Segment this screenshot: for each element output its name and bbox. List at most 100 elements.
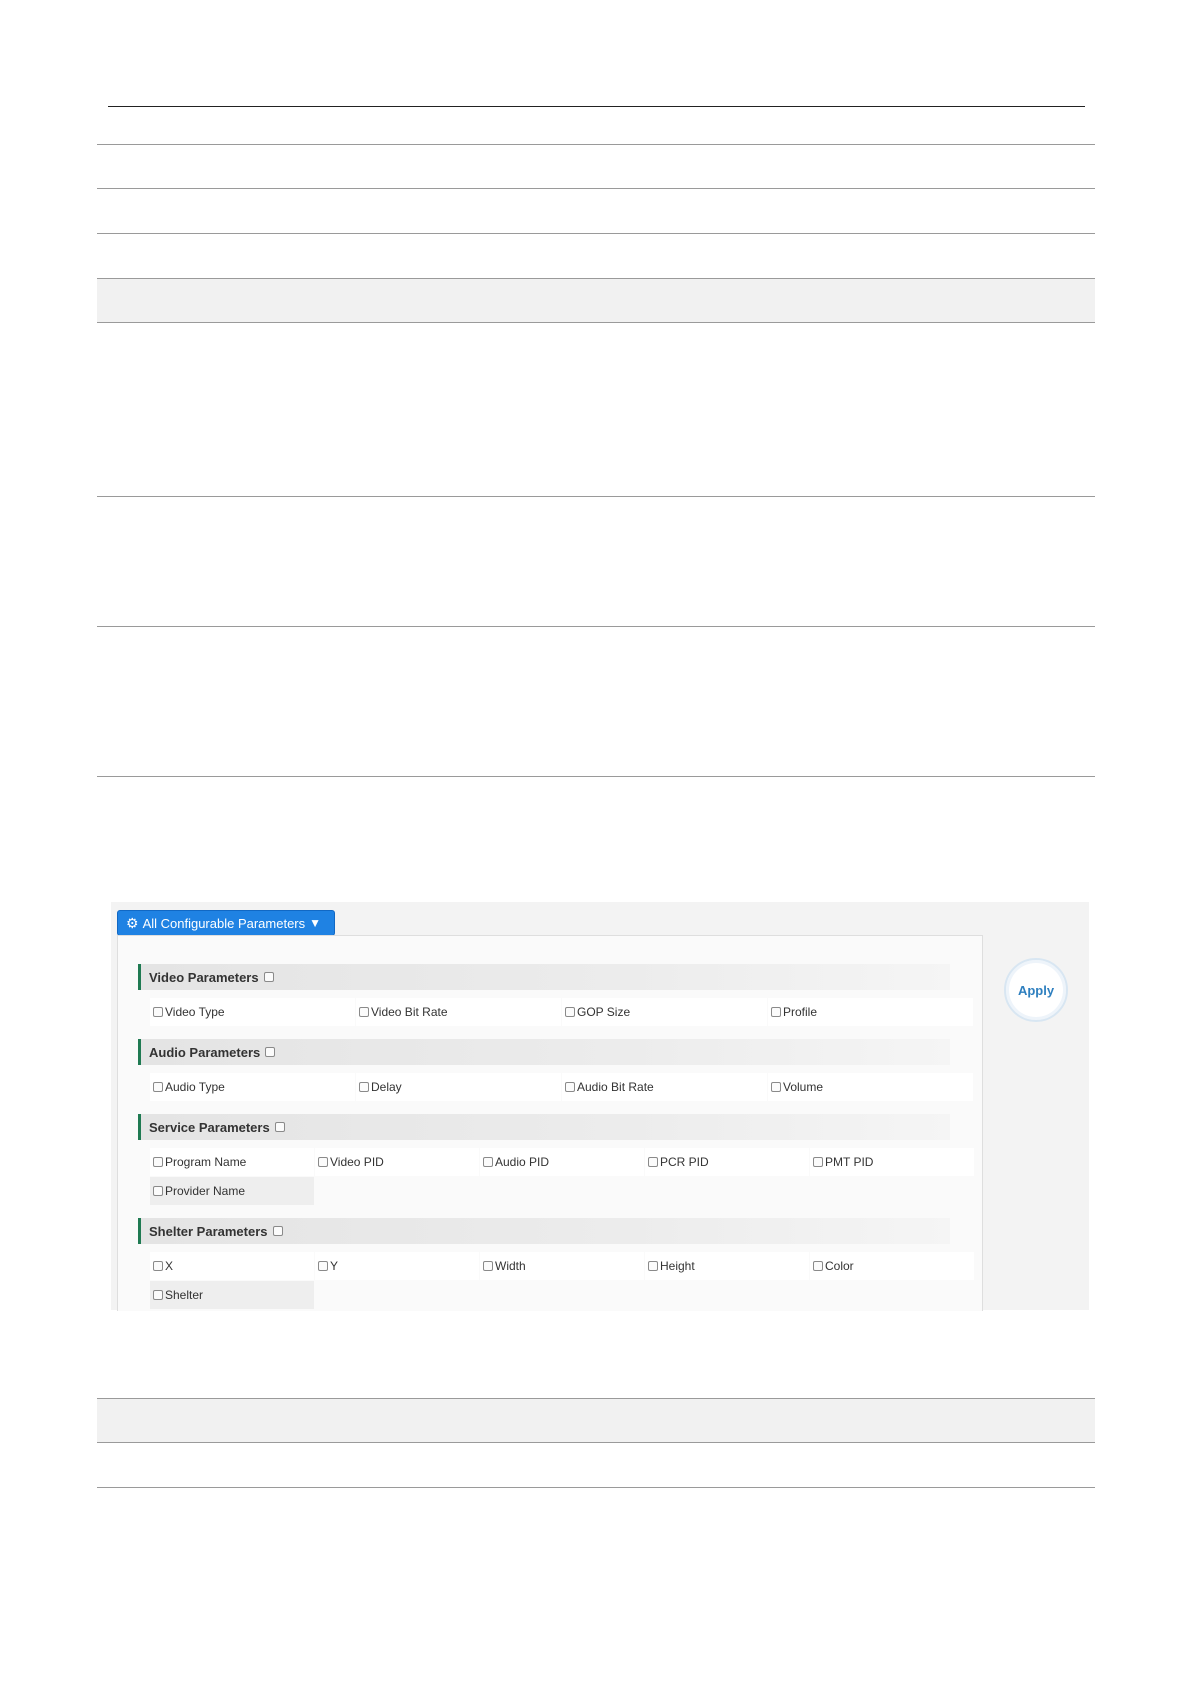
video-parameters-checkbox[interactable] <box>263 972 274 982</box>
checkbox[interactable] <box>565 1082 575 1092</box>
audio-bit-rate-option[interactable]: Audio Bit Rate <box>562 1073 767 1101</box>
video-parameters-row: Video Type Video Bit Rate GOP Size Profi… <box>150 998 974 1026</box>
checkbox[interactable] <box>565 1007 575 1017</box>
service-parameters-header: Service Parameters <box>138 1114 950 1140</box>
volume-option[interactable]: Volume <box>768 1073 973 1101</box>
service-parameters-row: Program Name Video PID Audio PID PCR PID… <box>150 1148 975 1176</box>
video-bit-rate-option[interactable]: Video Bit Rate <box>356 998 561 1026</box>
shelter-parameters-row-2: Shelter <box>150 1281 315 1309</box>
audio-type-option[interactable]: Audio Type <box>150 1073 355 1101</box>
service-parameters-row-2: Provider Name <box>150 1177 315 1205</box>
section-title: Audio Parameters <box>149 1044 261 1060</box>
video-type-option[interactable]: Video Type <box>150 998 355 1026</box>
table-line <box>97 144 1095 145</box>
table-line <box>97 776 1095 777</box>
checkbox[interactable] <box>359 1082 369 1092</box>
checkbox[interactable] <box>153 1186 163 1196</box>
checkbox[interactable] <box>153 1261 163 1271</box>
pmt-pid-option[interactable]: PMT PID <box>810 1148 974 1176</box>
all-configurable-parameters-button[interactable]: ⚙ All Configurable Parameters ▼ <box>117 910 335 936</box>
table-line <box>97 278 1095 279</box>
audio-parameters-header: Audio Parameters <box>138 1039 950 1065</box>
table-line <box>97 626 1095 627</box>
checkbox[interactable] <box>318 1157 328 1167</box>
table-shaded-row <box>97 1398 1095 1442</box>
apply-label: Apply <box>1017 982 1055 998</box>
option-label: GOP Size <box>577 1005 631 1019</box>
checkbox[interactable] <box>153 1157 163 1167</box>
section-title: Service Parameters <box>149 1119 270 1135</box>
config-button-label: All Configurable Parameters <box>142 915 306 931</box>
pcr-pid-option[interactable]: PCR PID <box>645 1148 809 1176</box>
option-label: Video PID <box>330 1155 384 1169</box>
checkbox[interactable] <box>153 1082 163 1092</box>
option-label: Volume <box>783 1080 824 1094</box>
configurable-parameters-panel: ⚙ All Configurable Parameters ▼ Video Pa… <box>111 902 1089 1311</box>
checkbox[interactable] <box>648 1157 658 1167</box>
table-line <box>97 1398 1095 1399</box>
delay-option[interactable]: Delay <box>356 1073 561 1101</box>
table-shaded-row <box>97 278 1095 322</box>
section-title: Video Parameters <box>149 969 259 985</box>
option-label: Video Type <box>165 1005 225 1019</box>
checkbox[interactable] <box>771 1007 781 1017</box>
option-label: Y <box>330 1259 339 1273</box>
shelter-parameters-checkbox[interactable] <box>272 1226 283 1236</box>
option-label: Audio Bit Rate <box>577 1080 654 1094</box>
table-line <box>97 322 1095 323</box>
checkbox[interactable] <box>153 1007 163 1017</box>
height-option[interactable]: Height <box>645 1252 809 1280</box>
checkbox[interactable] <box>771 1082 781 1092</box>
checkbox[interactable] <box>359 1007 369 1017</box>
table-line <box>97 188 1095 189</box>
service-parameters-checkbox[interactable] <box>274 1122 285 1132</box>
table-line <box>97 1487 1095 1488</box>
checkbox[interactable] <box>483 1157 493 1167</box>
checkbox[interactable] <box>483 1261 493 1271</box>
checkbox[interactable] <box>153 1290 163 1300</box>
header-rule <box>108 106 1085 107</box>
checkbox[interactable] <box>813 1261 823 1271</box>
parameters-container: Video Parameters Video Type Video Bit Ra… <box>117 935 983 1311</box>
option-label: Provider Name <box>165 1184 246 1198</box>
option-label: Delay <box>371 1080 402 1094</box>
y-option[interactable]: Y <box>315 1252 479 1280</box>
option-label: PMT PID <box>825 1155 874 1169</box>
section-title: Shelter Parameters <box>149 1223 268 1239</box>
audio-parameters-checkbox[interactable] <box>265 1047 276 1057</box>
audio-pid-option[interactable]: Audio PID <box>480 1148 644 1176</box>
program-name-option[interactable]: Program Name <box>150 1148 314 1176</box>
table-line <box>97 1442 1095 1443</box>
option-label: Color <box>825 1259 854 1273</box>
color-option[interactable]: Color <box>810 1252 974 1280</box>
option-label: Width <box>495 1259 526 1273</box>
video-parameters-header: Video Parameters <box>138 964 950 990</box>
option-label: Shelter <box>165 1288 204 1302</box>
option-label: Program Name <box>165 1155 247 1169</box>
option-label: Audio PID <box>495 1155 550 1169</box>
shelter-option[interactable]: Shelter <box>150 1281 314 1309</box>
table-line <box>97 233 1095 234</box>
option-label: PCR PID <box>660 1155 709 1169</box>
option-label: Audio Type <box>165 1080 225 1094</box>
x-option[interactable]: X <box>150 1252 314 1280</box>
checkbox[interactable] <box>813 1157 823 1167</box>
profile-option[interactable]: Profile <box>768 998 973 1026</box>
video-pid-option[interactable]: Video PID <box>315 1148 479 1176</box>
shelter-parameters-row: X Y Width Height Color <box>150 1252 975 1280</box>
gear-icon: ⚙ <box>126 914 139 931</box>
audio-parameters-row: Audio Type Delay Audio Bit Rate Volume <box>150 1073 974 1101</box>
option-label: Height <box>660 1259 695 1273</box>
width-option[interactable]: Width <box>480 1252 644 1280</box>
gop-size-option[interactable]: GOP Size <box>562 998 767 1026</box>
option-label: X <box>165 1259 174 1273</box>
checkbox[interactable] <box>318 1261 328 1271</box>
provider-name-option[interactable]: Provider Name <box>150 1177 314 1205</box>
shelter-parameters-header: Shelter Parameters <box>138 1218 950 1244</box>
apply-button[interactable]: Apply <box>1004 958 1068 1022</box>
option-label: Profile <box>783 1005 818 1019</box>
table-line <box>97 496 1095 497</box>
chevron-down-icon: ▼ <box>309 916 322 930</box>
checkbox[interactable] <box>648 1261 658 1271</box>
option-label: Video Bit Rate <box>371 1005 448 1019</box>
